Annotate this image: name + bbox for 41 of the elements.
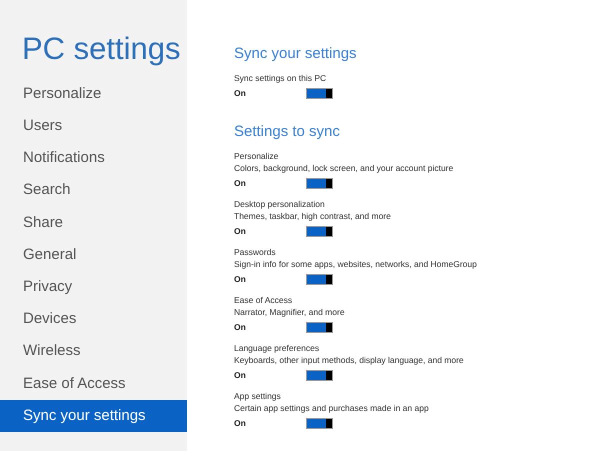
setting-description: Keyboards, other input methods, display language, and more bbox=[234, 354, 465, 366]
sidebar-item[interactable]: Sync your settings bbox=[0, 400, 187, 432]
sidebar-item[interactable]: Users bbox=[0, 110, 187, 142]
setting-description: Themes, taskbar, high contrast, and more bbox=[234, 210, 392, 222]
toggle-state: On bbox=[234, 225, 247, 237]
setting-description: Certain app settings and purchases made in an app bbox=[234, 402, 430, 414]
sidebar-item[interactable]: Privacy bbox=[0, 271, 187, 304]
setting-label: App settings bbox=[234, 390, 282, 402]
setting-description: Colors, background, lock screen, and your account picture bbox=[234, 162, 454, 174]
sidebar-item[interactable]: Share bbox=[0, 206, 187, 239]
sidebar-item[interactable]: Wireless bbox=[0, 336, 187, 368]
setting-label: Ease of Access bbox=[234, 294, 294, 306]
setting-label: Language preferences bbox=[234, 342, 320, 354]
setting-label: Personalize bbox=[234, 150, 280, 162]
toggle-switch[interactable] bbox=[306, 322, 333, 332]
toggle-switch[interactable] bbox=[306, 370, 333, 380]
setting-label: Desktop personalization bbox=[234, 198, 326, 210]
toggle-state: On bbox=[234, 369, 247, 381]
toggle-state: On bbox=[234, 321, 247, 333]
setting-description: Sign-in info for some apps, websites, networks, and HomeGroup bbox=[234, 258, 478, 270]
toggle-switch[interactable] bbox=[306, 274, 333, 284]
sidebar-item[interactable]: Search bbox=[0, 174, 187, 207]
setting-label: Sync settings on this PC bbox=[234, 72, 328, 84]
toggle-state: On bbox=[234, 273, 247, 285]
sidebar-item[interactable]: Devices bbox=[0, 303, 187, 336]
section-heading: Sync your settings bbox=[234, 44, 358, 64]
sidebar-item[interactable]: General bbox=[0, 238, 187, 272]
setting-description: Narrator, Magnifier, and more bbox=[234, 306, 346, 318]
sidebar-item[interactable]: Ease of Access bbox=[0, 368, 187, 400]
setting-label: Passwords bbox=[234, 246, 277, 258]
toggle-state: On bbox=[234, 177, 247, 189]
toggle-switch[interactable] bbox=[306, 226, 333, 236]
toggle-switch[interactable] bbox=[306, 88, 333, 98]
sidebar-item[interactable]: Personalize bbox=[0, 78, 187, 110]
toggle-state: On bbox=[234, 417, 247, 429]
toggle-switch[interactable] bbox=[306, 178, 333, 188]
page-title: PC settings bbox=[21, 30, 182, 68]
toggle-switch[interactable] bbox=[306, 418, 333, 428]
sidebar-item[interactable]: Notifications bbox=[0, 142, 187, 175]
toggle-state: On bbox=[234, 87, 247, 99]
section-heading: Settings to sync bbox=[234, 122, 341, 142]
